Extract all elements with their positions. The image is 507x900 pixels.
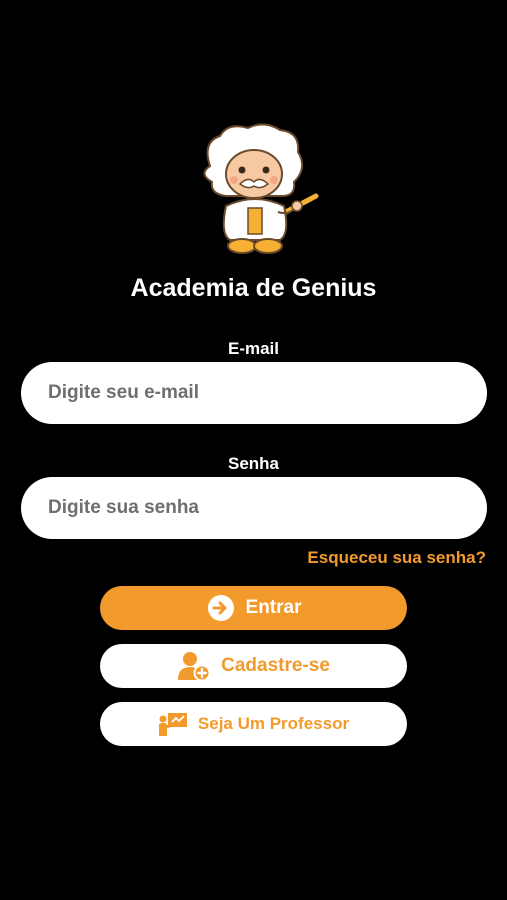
app-title: Academia de Genius xyxy=(130,274,377,302)
register-button-label: Cadastre-se xyxy=(221,655,330,676)
password-label: Senha xyxy=(227,454,280,473)
login-button-label: Entrar xyxy=(245,597,302,618)
login-arrow-icon xyxy=(207,595,234,621)
register-button[interactable]: Cadastre-se xyxy=(100,644,407,688)
forgot-password-link[interactable]: Esqueceu sua senha? xyxy=(307,548,486,568)
teacher-button-label: Seja Um Professor xyxy=(197,714,350,733)
email-label: E-mail xyxy=(227,339,280,358)
login-button[interactable]: Entrar xyxy=(100,586,407,630)
teacher-button[interactable]: Seja Um Professor xyxy=(100,702,407,746)
password-field[interactable] xyxy=(21,477,487,539)
app-logo xyxy=(190,122,320,262)
add-user-icon xyxy=(178,652,211,682)
email-field[interactable] xyxy=(21,362,487,424)
einstein-mascot-icon xyxy=(203,123,319,254)
teacher-board-icon xyxy=(158,713,187,736)
